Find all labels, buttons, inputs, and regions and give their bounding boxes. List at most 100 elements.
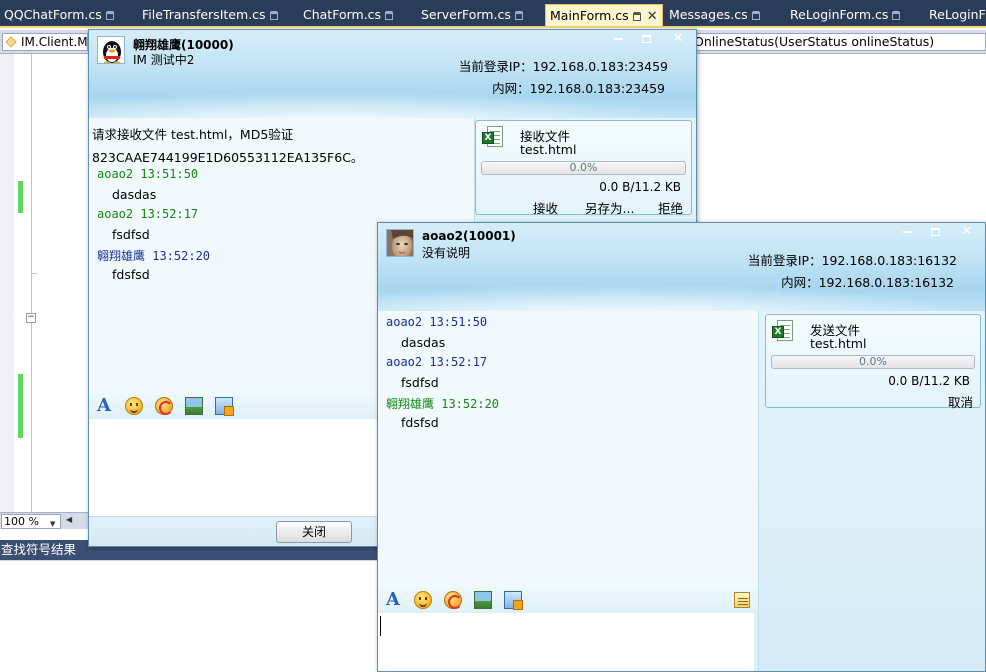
message-history-icon[interactable] — [734, 592, 750, 608]
contact-signature: IM 测试中2 — [133, 53, 195, 67]
system-message: 请求接收文件 test.html，MD5验证 — [92, 127, 294, 142]
save-as-link[interactable]: 另存为... — [585, 198, 634, 217]
chat-toolbar: A — [378, 587, 758, 613]
shake-icon[interactable] — [444, 591, 462, 609]
lock-icon — [751, 11, 760, 20]
picture-icon[interactable] — [185, 397, 203, 415]
member-dropdown[interactable]: OnlineStatus(UserStatus onlineStatus) — [690, 33, 986, 51]
close-icon: ✕ — [961, 224, 973, 239]
font-icon[interactable]: A — [384, 591, 402, 609]
reject-link[interactable]: 拒绝 — [658, 198, 683, 217]
lan-ip: 内网：192.168.0.183:16132 — [781, 275, 954, 290]
message-header: 翱翔雄鹰 13:52:20 — [97, 249, 211, 263]
tab-filetransfersitem[interactable]: FileTransfersItem.cs — [138, 4, 278, 26]
class-icon — [5, 36, 17, 48]
shake-icon[interactable] — [155, 397, 173, 415]
progress-bar: 0.0% — [771, 355, 975, 369]
system-message: 823CAAE744199E1D60553112EA135F6C。 — [92, 150, 364, 165]
face-photo-icon — [387, 230, 413, 256]
avatar[interactable] — [97, 36, 125, 64]
lock-icon — [105, 11, 114, 20]
minimize-button[interactable] — [896, 225, 918, 241]
minimize-icon — [613, 37, 623, 40]
chevron-down-icon: ▼ — [50, 520, 56, 528]
collapse-icon[interactable]: − — [26, 313, 36, 323]
find-results-panel — [0, 560, 380, 672]
lock-icon — [892, 11, 901, 20]
fold-line — [31, 273, 37, 274]
progress-text: 0.0% — [859, 355, 887, 368]
message-header: 翱翔雄鹰 13:52:20 — [386, 397, 500, 411]
file-transfer-item: X 接收文件 test.html 0.0% 0.0 B/11.2 KB 接收 另… — [475, 120, 692, 217]
avatar[interactable] — [386, 229, 414, 257]
message-body: fdsfsd — [401, 415, 439, 430]
message-header: aoao2 13:52:17 — [386, 355, 488, 369]
font-icon[interactable]: A — [95, 397, 113, 415]
screenshot-icon[interactable] — [215, 397, 234, 416]
message-body: fsdfsd — [401, 375, 439, 390]
progress-text: 0.0% — [569, 161, 598, 174]
message-header: aoao2 13:51:50 — [386, 315, 488, 329]
maximize-button[interactable] — [635, 32, 657, 48]
chat-window-2[interactable]: aoao2(10001) 没有说明 ✕ 当前登录IP：192.168.0.183… — [377, 222, 986, 672]
file-size: 0.0 B/11.2 KB — [888, 374, 970, 388]
file-transfer-panel: X 发送文件 test.html 0.0% 0.0 B/11.2 KB 取消 — [758, 311, 985, 671]
penguin-icon — [103, 41, 121, 63]
file-name: test.html — [520, 142, 577, 157]
minimize-button[interactable] — [607, 32, 629, 48]
message-history[interactable]: aoao2 13:51:50 dasdas aoao2 13:52:17 fsd… — [378, 311, 758, 587]
window-controls: ✕ — [896, 225, 984, 243]
login-ip: 当前登录IP：192.168.0.183:23459 — [458, 59, 668, 74]
lock-icon — [269, 11, 278, 20]
tab-reloginform-2[interactable]: ReLoginFo — [925, 4, 986, 26]
scroll-left-icon[interactable]: ◀ — [66, 515, 72, 524]
lock-icon — [514, 11, 523, 20]
change-bar — [18, 181, 23, 213]
login-ip: 当前登录IP：192.168.0.183:16132 — [747, 253, 957, 268]
tab-chatform[interactable]: ChatForm.cs — [299, 4, 394, 26]
zoom-dropdown[interactable]: 100 % ▼ — [1, 514, 61, 529]
window-controls: ✕ — [607, 32, 695, 50]
contact-name: aoao2(10001) — [422, 229, 516, 243]
message-body: fsdfsd — [112, 227, 150, 242]
maximize-button[interactable] — [924, 225, 946, 241]
tab-reloginform[interactable]: ReLoginForm.cs — [786, 4, 901, 26]
indicator-margin — [0, 54, 14, 512]
accept-link[interactable]: 接收 — [533, 198, 558, 217]
close-button[interactable]: 关闭 — [276, 521, 352, 543]
file-transfer-item: X 发送文件 test.html 0.0% 0.0 B/11.2 KB 取消 — [765, 314, 981, 411]
close-window-button[interactable]: ✕ — [667, 32, 689, 48]
excel-file-icon: X — [772, 320, 794, 342]
message-body: dasdas — [112, 187, 157, 202]
picture-icon[interactable] — [474, 591, 492, 609]
maximize-icon — [641, 34, 651, 43]
close-icon: ✕ — [672, 31, 684, 46]
message-body: fdsfsd — [112, 267, 150, 282]
document-tab-bar: QQChatForm.cs FileTransfersItem.cs ChatF… — [0, 0, 986, 28]
close-window-button[interactable]: ✕ — [956, 225, 978, 241]
lan-ip: 内网：192.168.0.183:23459 — [492, 81, 665, 96]
message-header: aoao2 13:51:50 — [97, 167, 199, 181]
emoticon-icon[interactable] — [125, 397, 143, 415]
editor-status-bar: 100 % ▼ ◀ — [0, 512, 90, 529]
gutter-line — [31, 54, 32, 512]
close-icon[interactable]: ✕ — [647, 6, 658, 28]
contact-signature: 没有说明 — [422, 246, 471, 260]
tab-messages[interactable]: Messages.cs — [665, 4, 760, 26]
excel-file-icon: X — [482, 126, 504, 148]
file-size: 0.0 B/11.2 KB — [599, 180, 681, 194]
class-dropdown[interactable]: IM.Client.M — [2, 33, 88, 51]
cancel-link[interactable]: 取消 — [948, 392, 973, 411]
message-input[interactable] — [378, 613, 754, 671]
lock-icon — [632, 12, 641, 21]
emoticon-icon[interactable] — [414, 591, 432, 609]
tab-qqchatform[interactable]: QQChatForm.cs — [0, 4, 114, 26]
text-caret — [380, 616, 381, 636]
maximize-icon — [930, 227, 940, 236]
message-body: dasdas — [401, 335, 446, 350]
tab-mainform[interactable]: MainForm.cs ✕ — [545, 4, 663, 26]
minimize-icon — [902, 230, 912, 233]
file-name: test.html — [810, 336, 867, 351]
screenshot-icon[interactable] — [504, 591, 523, 610]
tab-serverform[interactable]: ServerForm.cs — [417, 4, 523, 26]
